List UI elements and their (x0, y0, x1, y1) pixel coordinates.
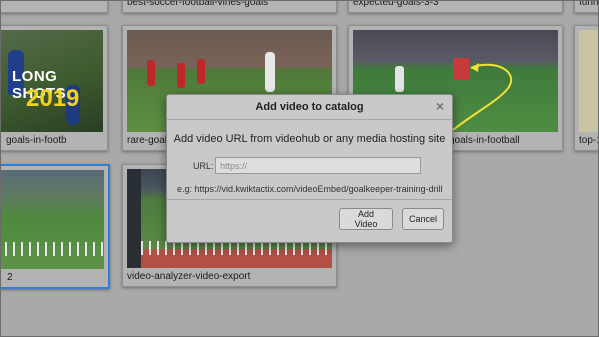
dialog-header: Add video to catalog × (167, 95, 452, 120)
url-example: e.g: https://vid.kwiktactix.com/videoEmb… (177, 184, 443, 194)
dialog-title: Add video to catalog (255, 101, 364, 113)
dialog-footer: Add Video Cancel (167, 199, 452, 243)
url-label: URL: (193, 161, 214, 171)
dialog-description: Add video URL from videohub or any media… (173, 133, 446, 145)
cancel-button[interactable]: Cancel (402, 208, 444, 230)
url-input[interactable] (215, 157, 421, 174)
catalog-page: best-soccer-football-vines-goals expecte… (0, 0, 599, 337)
add-video-dialog: Add video to catalog × Add video URL fro… (166, 94, 453, 243)
add-video-button[interactable]: Add Video (339, 208, 393, 230)
close-icon[interactable]: × (436, 98, 444, 114)
